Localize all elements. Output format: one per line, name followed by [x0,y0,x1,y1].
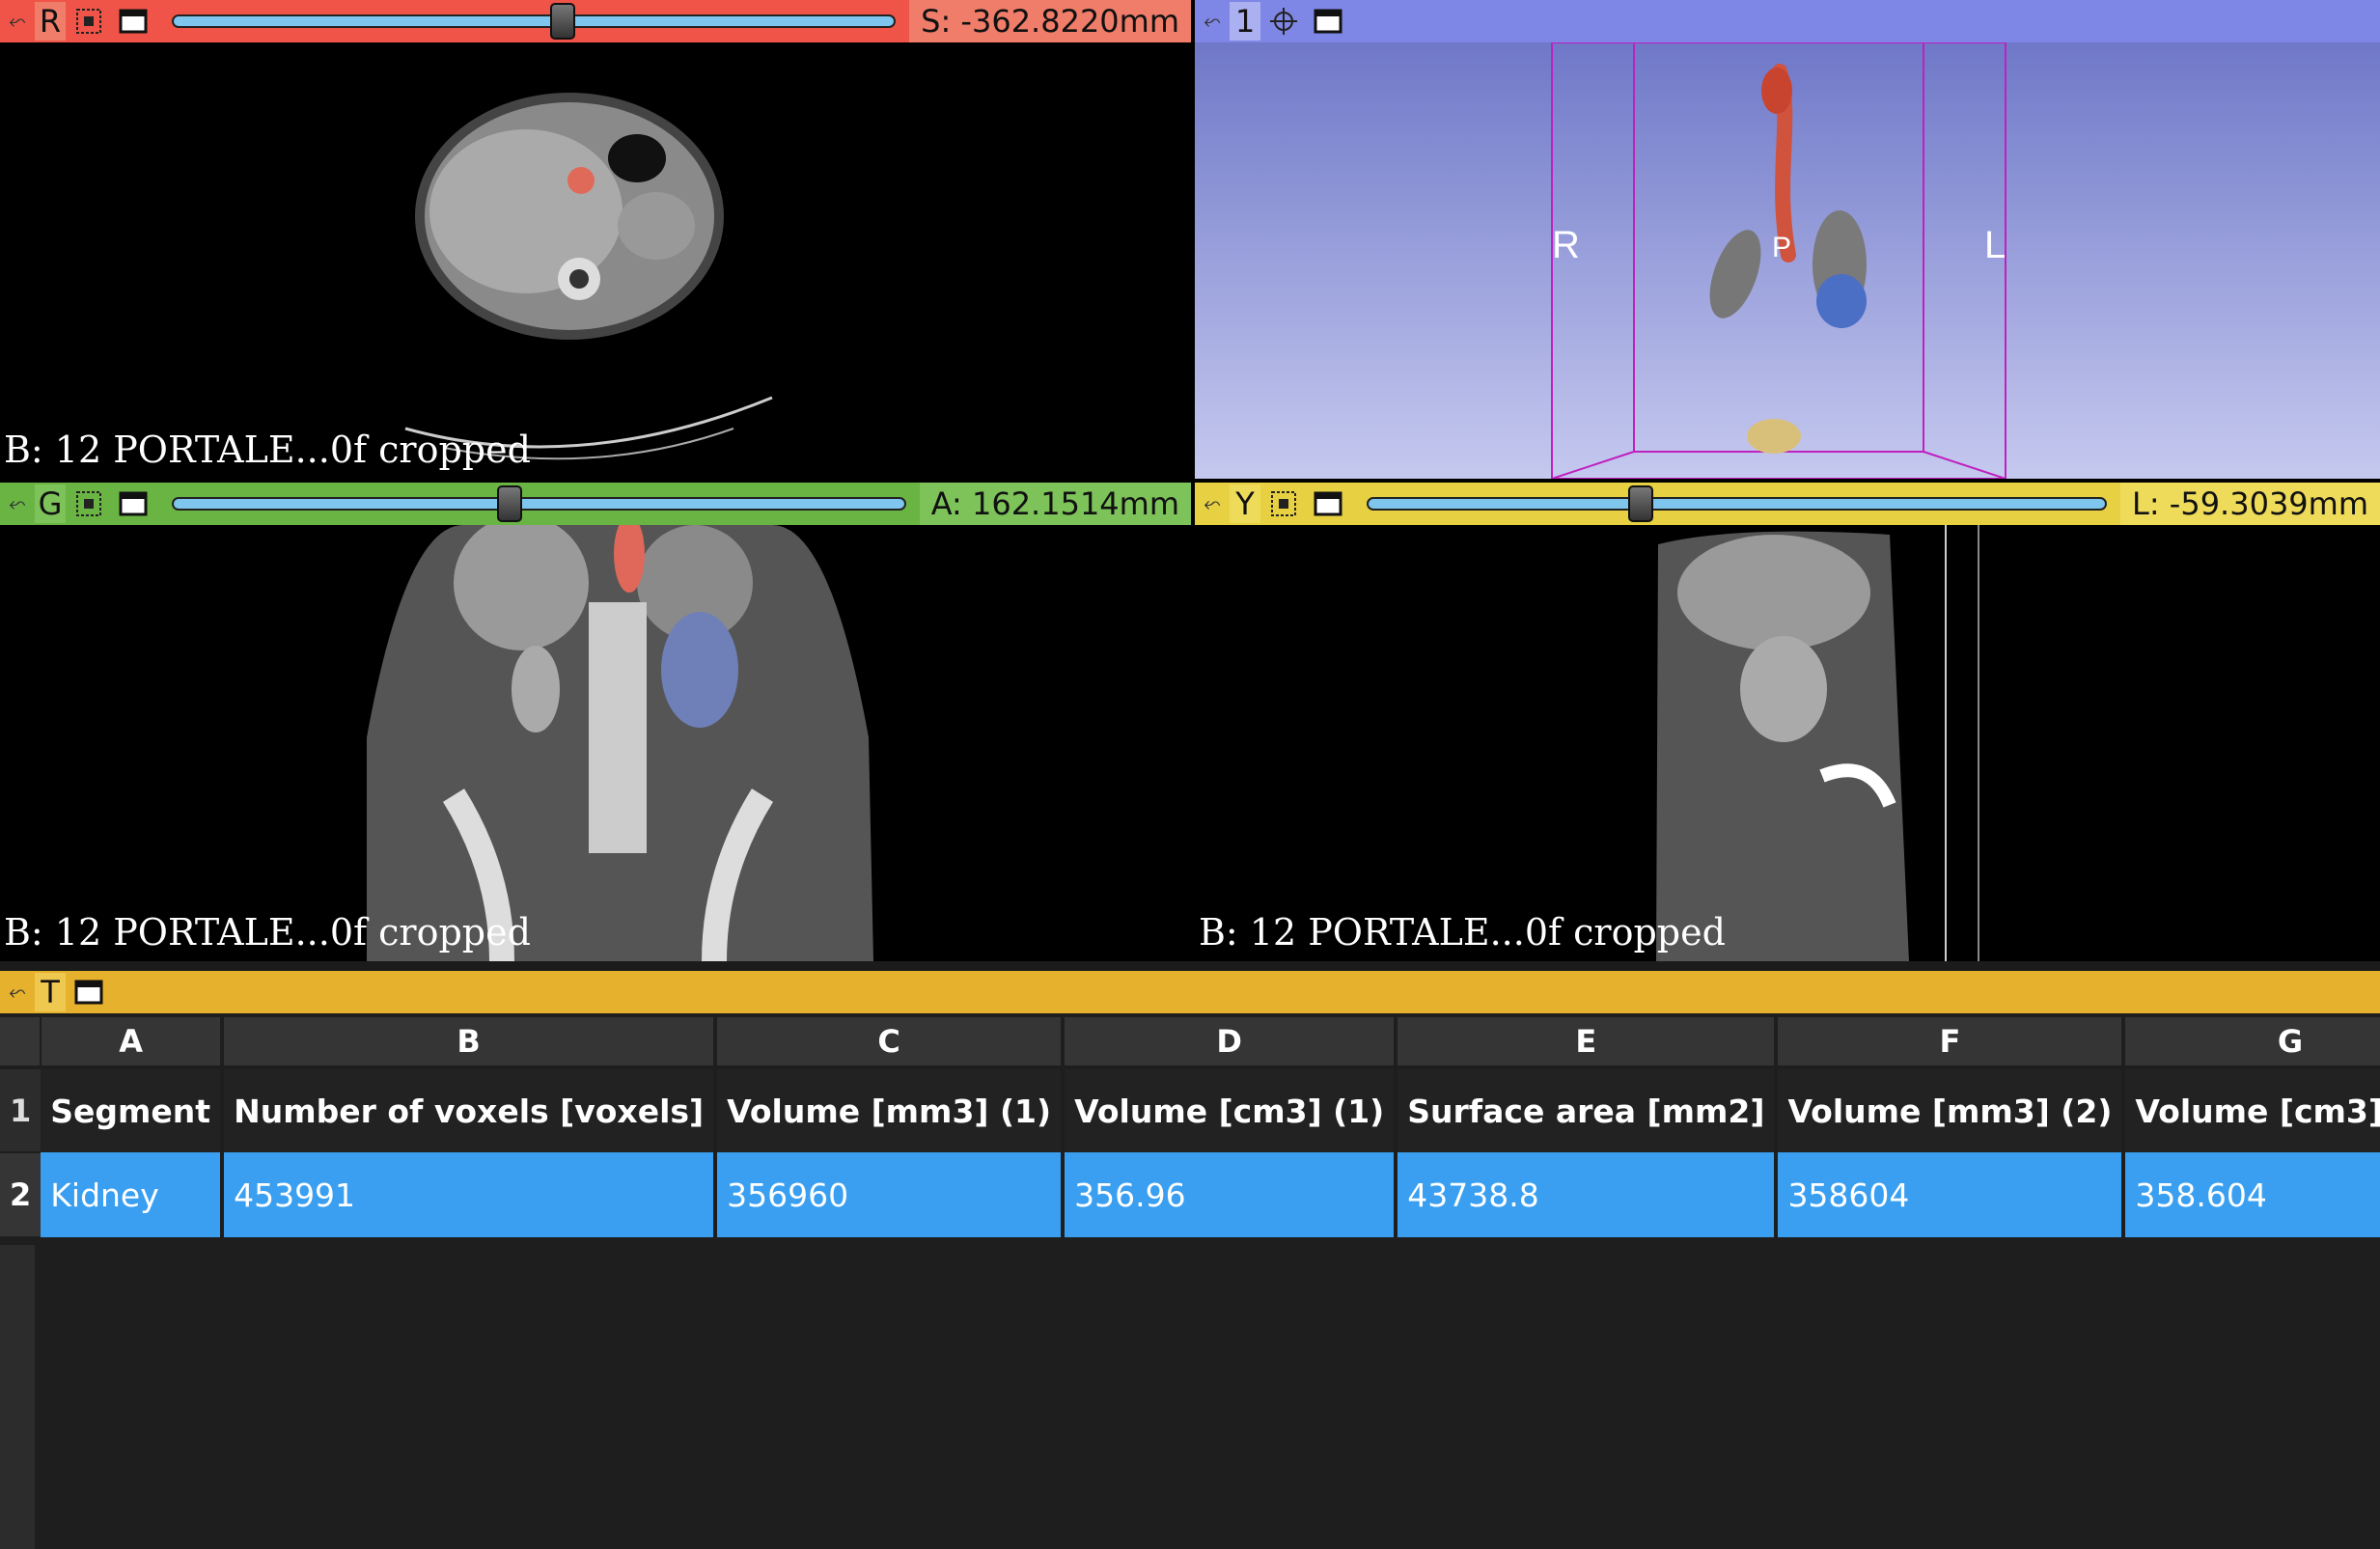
3d-view-controller-bar: ⬿ 1 [1195,0,2380,42]
yellow-slice-view[interactable]: ⬿ Y L: -59.3039mm B: 12 PORTALE...0f cro… [1195,483,2380,961]
link-icon[interactable] [69,2,108,41]
slider-thumb[interactable] [1627,485,1653,522]
slider-track [172,14,897,28]
slice-offset-slider[interactable] [172,0,897,42]
maximize-view-icon[interactable] [1309,2,1347,41]
volume-name-overlay: B: 12 PORTALE...0f cropped [4,911,531,954]
slice-offset-readout[interactable]: S: -362.8220mm [909,0,1191,42]
slice-offset-readout[interactable]: L: -59.3039mm [2120,483,2380,525]
slider-track [1367,497,2107,511]
slice-offset-readout[interactable]: A: 162.1514mm [919,483,1191,525]
column-header[interactable]: F [1776,1017,2126,1069]
column-header[interactable]: E [1396,1017,1779,1069]
table-cell[interactable]: Volume [mm3] (2) [1776,1067,2126,1152]
table-view[interactable]: ⬿ T A B C D E F G 1 Segment Number of vo… [0,971,2380,1549]
table-corner-button[interactable] [0,1017,42,1069]
row-header[interactable]: 2 [0,1152,42,1238]
table-cell[interactable]: Segment [41,1067,225,1152]
table-cell[interactable]: 358.604 [2123,1152,2380,1237]
segment-statistics-table[interactable]: A B C D E F G 1 Segment Number of voxels… [0,1017,2380,1238]
table-cell[interactable]: Volume [cm3] (1) [1063,1067,1398,1152]
axial-ct-image [404,93,773,460]
table-cell[interactable]: Number of voxels [voxels] [222,1067,718,1152]
sagittal-ct-image [1656,525,1979,961]
orientation-marker-left: R [1552,224,1580,266]
3d-view[interactable]: ⬿ 1 R L P [1195,0,2380,479]
slider-thumb[interactable] [550,3,576,40]
link-icon[interactable] [69,484,108,523]
3d-render-area: R L P [1195,42,2380,479]
link-icon[interactable] [1264,484,1303,523]
slice-offset-slider[interactable] [1367,483,2107,525]
view-label: 1 [1230,2,1260,41]
pin-icon[interactable]: ⬿ [0,971,35,1013]
pin-icon[interactable]: ⬿ [0,0,35,42]
pin-icon[interactable]: ⬿ [1195,483,1230,525]
layout-splitter-handle[interactable] [0,961,2380,971]
orientation-marker-center: P [1772,232,1792,263]
table-cell[interactable]: 43738.8 [1396,1152,1779,1237]
table-cell[interactable]: 356960 [715,1152,1065,1237]
volume-name-overlay: B: 12 PORTALE...0f cropped [1199,911,1726,954]
table-cell[interactable]: Kidney [41,1152,225,1237]
center-view-icon[interactable] [1264,2,1303,41]
pin-icon[interactable]: ⬿ [1195,0,1230,42]
red-view-controller-bar: ⬿ R S: -362.8220mm [0,0,1191,42]
column-header[interactable]: B [222,1017,718,1069]
pin-icon[interactable]: ⬿ [0,483,35,525]
green-slice-image: B: 12 PORTALE...0f cropped [0,525,1191,961]
maximize-view-icon[interactable] [114,484,152,523]
yellow-slice-image: B: 12 PORTALE...0f cropped [1195,525,2380,961]
column-header[interactable]: D [1063,1017,1398,1069]
table-row[interactable]: 1 Segment Number of voxels [voxels] Volu… [0,1067,2380,1153]
volume-name-overlay: B: 12 PORTALE...0f cropped [4,429,531,471]
coronal-ct-image [367,525,873,961]
column-header[interactable]: G [2123,1017,2380,1069]
table-cell[interactable]: 358604 [1776,1152,2126,1237]
green-slice-view[interactable]: ⬿ G A: 162.1514mm B: 12 PORTALE...0f cro… [0,483,1191,961]
column-header[interactable]: C [715,1017,1065,1069]
table-cell[interactable]: 356.96 [1063,1152,1398,1237]
table-cell[interactable]: Surface area [mm2] [1396,1067,1779,1152]
row-header[interactable]: 1 [0,1067,42,1153]
maximize-view-icon[interactable] [69,973,108,1011]
view-label: R [35,2,66,41]
view-label: T [35,973,66,1011]
red-slice-image: B: 12 PORTALE...0f cropped [0,42,1191,479]
view-label: Y [1230,484,1260,523]
table-row[interactable]: 2 Kidney 453991 356960 356.96 43738.8 35… [0,1152,2380,1238]
view-label: G [35,484,66,523]
maximize-view-icon[interactable] [1309,484,1347,523]
green-view-controller-bar: ⬿ G A: 162.1514mm [0,483,1191,525]
row-header-gutter [0,1245,35,1549]
yellow-view-controller-bar: ⬿ Y L: -59.3039mm [1195,483,2380,525]
orientation-marker-right: L [1984,224,2006,266]
table-cell[interactable]: Volume [cm3] (2) [2123,1067,2380,1152]
red-slice-view[interactable]: ⬿ R S: -362.8220mm B: 12 PORTALE...0f cr… [0,0,1191,479]
column-header[interactable]: A [41,1017,225,1069]
table-view-controller-bar: ⬿ T [0,971,2380,1013]
slider-track [172,497,906,511]
table-cell[interactable]: Volume [mm3] (1) [715,1067,1065,1152]
slice-offset-slider[interactable] [172,483,906,525]
column-header-row: A B C D E F G [0,1017,2380,1069]
table-cell[interactable]: 453991 [222,1152,718,1237]
maximize-view-icon[interactable] [114,2,152,41]
slider-thumb[interactable] [496,485,522,522]
